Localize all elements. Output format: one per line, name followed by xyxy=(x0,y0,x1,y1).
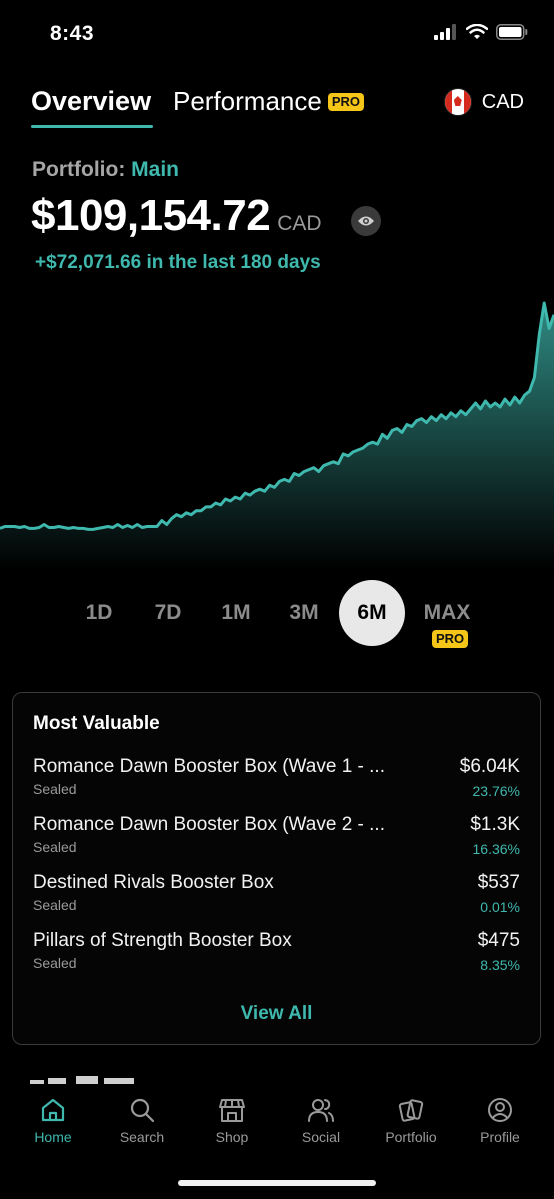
item-price: $1.3K xyxy=(470,814,520,835)
nav-social[interactable]: Social xyxy=(281,1096,361,1145)
home-icon xyxy=(41,1098,65,1122)
range-selector: 1D 7D 1M 3M 6M MAX PRO xyxy=(0,580,554,650)
currency-code: CAD xyxy=(481,90,524,113)
item-name: Pillars of Strength Booster Box xyxy=(33,930,292,951)
home-indicator xyxy=(178,1180,376,1186)
nav-search-label: Search xyxy=(119,1129,165,1145)
portfolio-change: +$72,071.66 in the last 180 days xyxy=(35,252,321,273)
range-1m-button[interactable]: 1M xyxy=(203,580,269,646)
item-change: 23.76% xyxy=(472,783,520,799)
total-value: $109,154.72 xyxy=(31,191,271,240)
nav-search[interactable]: Search xyxy=(102,1096,182,1145)
status-icons xyxy=(434,24,528,40)
portfolio-label: Portfolio: xyxy=(32,158,126,181)
chart-area xyxy=(0,303,554,570)
item-price: $537 xyxy=(477,872,520,893)
nav-shop[interactable]: Shop xyxy=(192,1096,272,1145)
item-category: Sealed xyxy=(33,955,77,971)
item-change: 0.01% xyxy=(480,899,520,915)
pro-badge: PRO xyxy=(327,92,365,111)
list-item[interactable]: Pillars of Strength Booster Box Sealed $… xyxy=(33,930,520,982)
item-change: 8.35% xyxy=(480,957,520,973)
item-name: Romance Dawn Booster Box (Wave 1 - ... xyxy=(33,756,385,777)
item-price: $6.04K xyxy=(459,756,520,777)
range-3m-button[interactable]: 3M xyxy=(271,580,337,646)
item-category: Sealed xyxy=(33,839,77,855)
tab-active-indicator xyxy=(31,125,153,128)
eye-icon xyxy=(358,216,374,226)
item-name: Destined Rivals Booster Box xyxy=(33,872,274,893)
social-icon xyxy=(308,1099,334,1122)
list-item[interactable]: Destined Rivals Booster Box Sealed $537 … xyxy=(33,872,520,924)
nav-social-label: Social xyxy=(301,1129,341,1145)
range-7d-button[interactable]: 7D xyxy=(135,580,201,646)
status-time: 8:43 xyxy=(50,22,95,45)
portfolio-name: Main xyxy=(131,158,179,181)
item-category: Sealed xyxy=(33,897,77,913)
currency-selector[interactable]: CAD xyxy=(443,88,524,116)
item-category: Sealed xyxy=(33,781,77,797)
list-item[interactable]: Romance Dawn Booster Box (Wave 1 - ... S… xyxy=(33,756,520,808)
portfolio-selector[interactable]: Portfolio: Main xyxy=(32,158,179,182)
item-price: $475 xyxy=(477,930,520,951)
item-change: 16.36% xyxy=(472,841,520,857)
tab-performance[interactable]: Performance PRO xyxy=(173,86,365,117)
nav-profile-label: Profile xyxy=(480,1129,520,1145)
nav-home[interactable]: Home xyxy=(13,1096,93,1145)
portfolio-icon xyxy=(398,1099,424,1122)
signal-icon xyxy=(434,24,456,40)
total-currency: CAD xyxy=(277,212,322,235)
nav-shop-label: Shop xyxy=(215,1129,249,1145)
most-valuable-title: Most Valuable xyxy=(33,713,160,734)
nav-portfolio[interactable]: Portfolio xyxy=(371,1096,451,1145)
view-all-link[interactable]: View All xyxy=(13,1003,540,1025)
max-pro-badge: PRO xyxy=(432,630,469,648)
search-icon xyxy=(130,1098,155,1123)
next-section-heading-peek xyxy=(30,1076,134,1084)
wifi-icon xyxy=(466,24,488,39)
tab-performance-label: Performance xyxy=(173,86,322,116)
battery-icon xyxy=(496,24,528,40)
range-6m-button[interactable]: 6M xyxy=(339,580,405,646)
range-1d-button[interactable]: 1D xyxy=(66,580,132,646)
shop-icon xyxy=(219,1099,245,1122)
canada-flag-icon xyxy=(443,88,472,116)
most-valuable-card: Most Valuable Romance Dawn Booster Box (… xyxy=(12,692,541,1045)
toggle-visibility-button[interactable] xyxy=(351,206,381,236)
tab-overview[interactable]: Overview xyxy=(31,86,151,117)
nav-profile[interactable]: Profile xyxy=(460,1096,540,1145)
nav-home-label: Home xyxy=(34,1129,72,1145)
profile-icon xyxy=(488,1098,512,1122)
list-item[interactable]: Romance Dawn Booster Box (Wave 2 - ... S… xyxy=(33,814,520,866)
portfolio-value: $109,154.72 CAD xyxy=(31,191,322,241)
item-name: Romance Dawn Booster Box (Wave 2 - ... xyxy=(33,814,385,835)
nav-portfolio-label: Portfolio xyxy=(385,1129,437,1145)
portfolio-chart[interactable] xyxy=(0,295,554,570)
